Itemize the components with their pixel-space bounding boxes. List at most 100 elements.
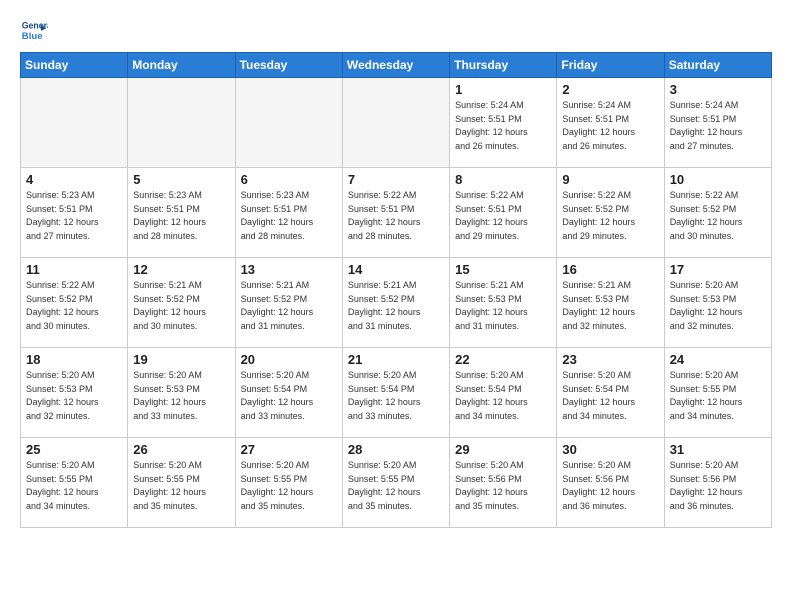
calendar-cell: 13 Sunrise: 5:21 AM Sunset: 5:52 PM Dayli… (235, 258, 342, 348)
calendar-cell (235, 78, 342, 168)
weekday-header-thursday: Thursday (450, 53, 557, 78)
week-row-5: 25 Sunrise: 5:20 AM Sunset: 5:55 PM Dayli… (21, 438, 772, 528)
day-number: 9 (562, 172, 658, 187)
logo: General Blue (20, 16, 52, 44)
day-info: Sunrise: 5:22 AM Sunset: 5:51 PM Dayligh… (455, 189, 551, 243)
day-info: Sunrise: 5:24 AM Sunset: 5:51 PM Dayligh… (670, 99, 766, 153)
day-number: 30 (562, 442, 658, 457)
calendar-cell: 18 Sunrise: 5:20 AM Sunset: 5:53 PM Dayli… (21, 348, 128, 438)
week-row-3: 11Sunrise: 5:22 AM Sunset: 5:52 PM Dayli… (21, 258, 772, 348)
day-info: Sunrise: 5:23 AM Sunset: 5:51 PM Dayligh… (133, 189, 229, 243)
calendar-cell: 22 Sunrise: 5:20 AM Sunset: 5:54 PM Dayli… (450, 348, 557, 438)
day-number: 11 (26, 262, 122, 277)
day-number: 16 (562, 262, 658, 277)
day-info: Sunrise: 5:21 AM Sunset: 5:52 PM Dayligh… (133, 279, 229, 333)
calendar-cell: 17 Sunrise: 5:20 AM Sunset: 5:53 PM Dayli… (664, 258, 771, 348)
day-number: 24 (670, 352, 766, 367)
weekday-header-monday: Monday (128, 53, 235, 78)
week-row-4: 18 Sunrise: 5:20 AM Sunset: 5:53 PM Dayli… (21, 348, 772, 438)
day-info: Sunrise: 5:20 AM Sunset: 5:56 PM Dayligh… (562, 459, 658, 513)
weekday-header-wednesday: Wednesday (342, 53, 449, 78)
day-info: Sunrise: 5:20 AM Sunset: 5:55 PM Dayligh… (26, 459, 122, 513)
calendar-cell: 29Sunrise: 5:20 AM Sunset: 5:56 PM Dayli… (450, 438, 557, 528)
week-row-1: 1 Sunrise: 5:24 AM Sunset: 5:51 PM Daylig… (21, 78, 772, 168)
day-number: 14 (348, 262, 444, 277)
day-info: Sunrise: 5:20 AM Sunset: 5:54 PM Dayligh… (455, 369, 551, 423)
weekday-header-row: SundayMondayTuesdayWednesdayThursdayFrid… (21, 53, 772, 78)
day-number: 1 (455, 82, 551, 97)
calendar-cell: 9 Sunrise: 5:22 AM Sunset: 5:52 PM Daylig… (557, 168, 664, 258)
calendar-cell: 15Sunrise: 5:21 AM Sunset: 5:53 PM Dayli… (450, 258, 557, 348)
calendar-cell: 26 Sunrise: 5:20 AM Sunset: 5:55 PM Dayli… (128, 438, 235, 528)
day-number: 22 (455, 352, 551, 367)
day-number: 27 (241, 442, 337, 457)
day-info: Sunrise: 5:23 AM Sunset: 5:51 PM Dayligh… (26, 189, 122, 243)
week-row-2: 4 Sunrise: 5:23 AM Sunset: 5:51 PM Daylig… (21, 168, 772, 258)
day-number: 2 (562, 82, 658, 97)
day-number: 21 (348, 352, 444, 367)
calendar-cell: 27Sunrise: 5:20 AM Sunset: 5:55 PM Dayli… (235, 438, 342, 528)
weekday-header-sunday: Sunday (21, 53, 128, 78)
calendar-cell: 2 Sunrise: 5:24 AM Sunset: 5:51 PM Daylig… (557, 78, 664, 168)
day-number: 8 (455, 172, 551, 187)
day-info: Sunrise: 5:20 AM Sunset: 5:53 PM Dayligh… (133, 369, 229, 423)
calendar-cell: 24 Sunrise: 5:20 AM Sunset: 5:55 PM Dayli… (664, 348, 771, 438)
weekday-header-saturday: Saturday (664, 53, 771, 78)
calendar-cell (21, 78, 128, 168)
calendar-cell: 19 Sunrise: 5:20 AM Sunset: 5:53 PM Dayli… (128, 348, 235, 438)
day-info: Sunrise: 5:23 AM Sunset: 5:51 PM Dayligh… (241, 189, 337, 243)
day-info: Sunrise: 5:22 AM Sunset: 5:51 PM Dayligh… (348, 189, 444, 243)
day-info: Sunrise: 5:21 AM Sunset: 5:52 PM Dayligh… (348, 279, 444, 333)
day-number: 19 (133, 352, 229, 367)
calendar-cell: 16 Sunrise: 5:21 AM Sunset: 5:53 PM Dayli… (557, 258, 664, 348)
day-number: 4 (26, 172, 122, 187)
svg-text:Blue: Blue (22, 31, 43, 42)
day-info: Sunrise: 5:21 AM Sunset: 5:53 PM Dayligh… (455, 279, 551, 333)
calendar-cell: 7Sunrise: 5:22 AM Sunset: 5:51 PM Daylig… (342, 168, 449, 258)
day-info: Sunrise: 5:20 AM Sunset: 5:53 PM Dayligh… (26, 369, 122, 423)
day-number: 26 (133, 442, 229, 457)
calendar-cell: 30 Sunrise: 5:20 AM Sunset: 5:56 PM Dayli… (557, 438, 664, 528)
day-number: 25 (26, 442, 122, 457)
calendar-cell: 11Sunrise: 5:22 AM Sunset: 5:52 PM Dayli… (21, 258, 128, 348)
calendar-cell: 25 Sunrise: 5:20 AM Sunset: 5:55 PM Dayli… (21, 438, 128, 528)
day-info: Sunrise: 5:20 AM Sunset: 5:55 PM Dayligh… (348, 459, 444, 513)
day-number: 23 (562, 352, 658, 367)
calendar-cell: 3 Sunrise: 5:24 AM Sunset: 5:51 PM Daylig… (664, 78, 771, 168)
day-info: Sunrise: 5:20 AM Sunset: 5:55 PM Dayligh… (670, 369, 766, 423)
calendar-cell: 14 Sunrise: 5:21 AM Sunset: 5:52 PM Dayli… (342, 258, 449, 348)
day-number: 17 (670, 262, 766, 277)
page-header: General Blue (20, 16, 772, 44)
day-number: 31 (670, 442, 766, 457)
day-number: 18 (26, 352, 122, 367)
day-info: Sunrise: 5:20 AM Sunset: 5:55 PM Dayligh… (133, 459, 229, 513)
calendar-cell: 20Sunrise: 5:20 AM Sunset: 5:54 PM Dayli… (235, 348, 342, 438)
day-info: Sunrise: 5:22 AM Sunset: 5:52 PM Dayligh… (562, 189, 658, 243)
weekday-header-friday: Friday (557, 53, 664, 78)
calendar-body: 1 Sunrise: 5:24 AM Sunset: 5:51 PM Daylig… (21, 78, 772, 528)
calendar-cell: 28Sunrise: 5:20 AM Sunset: 5:55 PM Dayli… (342, 438, 449, 528)
day-info: Sunrise: 5:21 AM Sunset: 5:53 PM Dayligh… (562, 279, 658, 333)
weekday-header-tuesday: Tuesday (235, 53, 342, 78)
calendar-cell: 10Sunrise: 5:22 AM Sunset: 5:52 PM Dayli… (664, 168, 771, 258)
day-number: 6 (241, 172, 337, 187)
calendar-table: SundayMondayTuesdayWednesdayThursdayFrid… (20, 52, 772, 528)
day-number: 5 (133, 172, 229, 187)
logo-icon: General Blue (20, 16, 48, 44)
calendar-cell: 31Sunrise: 5:20 AM Sunset: 5:56 PM Dayli… (664, 438, 771, 528)
day-info: Sunrise: 5:24 AM Sunset: 5:51 PM Dayligh… (455, 99, 551, 153)
calendar-cell: 1 Sunrise: 5:24 AM Sunset: 5:51 PM Daylig… (450, 78, 557, 168)
day-info: Sunrise: 5:20 AM Sunset: 5:54 PM Dayligh… (348, 369, 444, 423)
day-number: 13 (241, 262, 337, 277)
day-info: Sunrise: 5:24 AM Sunset: 5:51 PM Dayligh… (562, 99, 658, 153)
day-info: Sunrise: 5:20 AM Sunset: 5:54 PM Dayligh… (562, 369, 658, 423)
day-info: Sunrise: 5:20 AM Sunset: 5:56 PM Dayligh… (455, 459, 551, 513)
calendar-cell (342, 78, 449, 168)
day-info: Sunrise: 5:21 AM Sunset: 5:52 PM Dayligh… (241, 279, 337, 333)
calendar-cell: 23 Sunrise: 5:20 AM Sunset: 5:54 PM Dayli… (557, 348, 664, 438)
day-info: Sunrise: 5:20 AM Sunset: 5:54 PM Dayligh… (241, 369, 337, 423)
calendar-cell: 12Sunrise: 5:21 AM Sunset: 5:52 PM Dayli… (128, 258, 235, 348)
calendar-cell (128, 78, 235, 168)
day-info: Sunrise: 5:20 AM Sunset: 5:53 PM Dayligh… (670, 279, 766, 333)
day-number: 3 (670, 82, 766, 97)
